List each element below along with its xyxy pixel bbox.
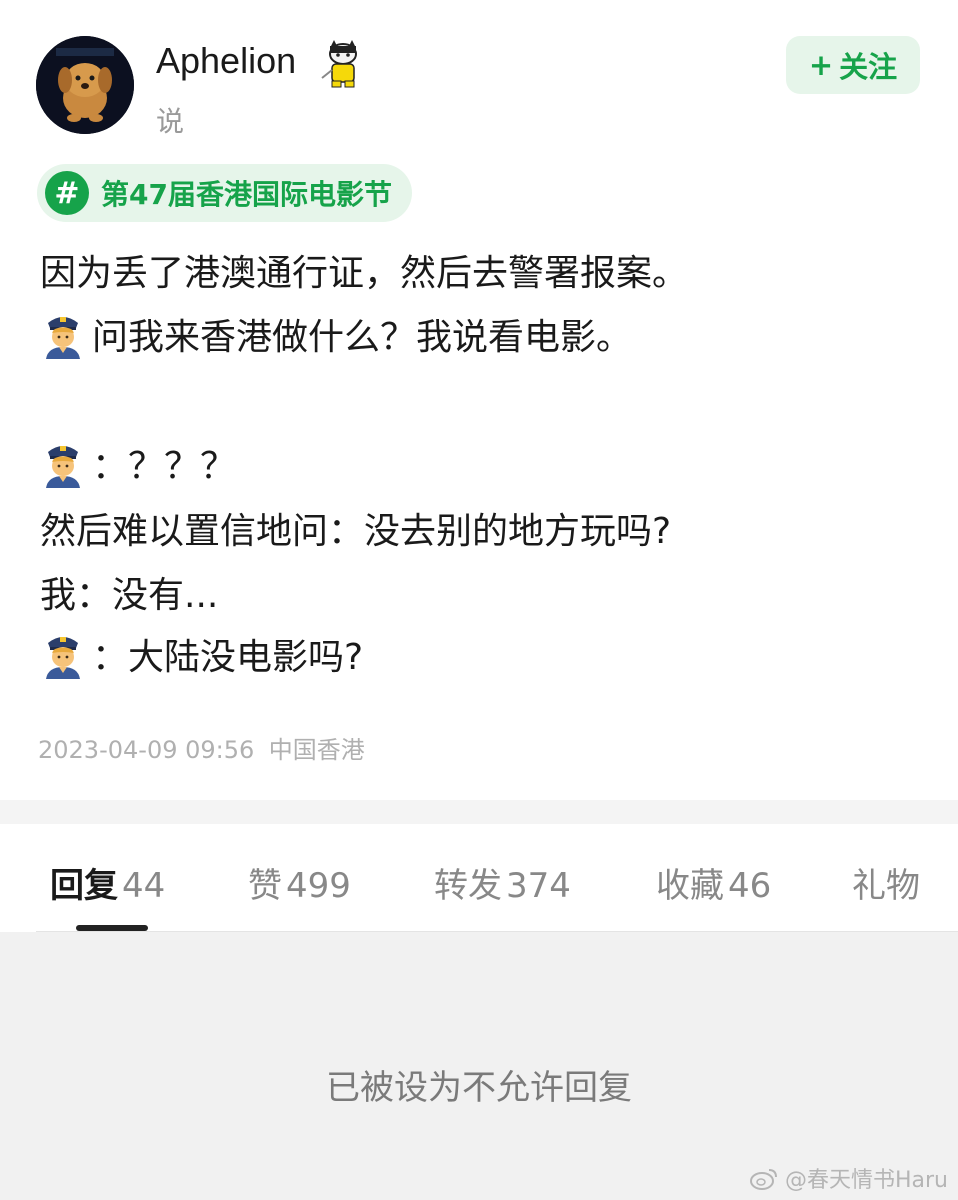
tab-label: 礼物	[852, 866, 920, 906]
tab-label: 收藏	[656, 866, 724, 906]
post-subtitle: 说	[156, 105, 185, 138]
post-location: 中国香港	[268, 736, 365, 764]
post-line-5: 我：没有...	[40, 566, 218, 618]
post-text: ：？？？	[92, 446, 237, 487]
tab-count: 44	[122, 866, 166, 906]
post-text: ：大陆没电影吗?	[92, 637, 364, 678]
police-officer-icon	[46, 637, 80, 679]
avatar[interactable]	[36, 36, 134, 134]
tab-count: 374	[506, 866, 571, 906]
tab-label: 转发	[434, 866, 502, 906]
follow-button[interactable]: + 关注	[786, 36, 920, 94]
post-line-4: 然后难以置信地问：没去别的地方玩吗?	[40, 502, 671, 554]
weibo-icon	[749, 1169, 777, 1190]
tab-label: 回复	[50, 866, 118, 906]
tab-replies[interactable]: 回复 44	[50, 858, 165, 907]
topic-tag[interactable]: # 第47届香港国际电影节	[37, 164, 412, 222]
hashtag-icon: #	[45, 171, 89, 215]
post-timestamp: 2023-04-09 09:56	[38, 736, 255, 764]
tab-favorites[interactable]: 收藏 46	[656, 858, 771, 907]
plus-icon: +	[808, 48, 834, 82]
post-line-3: ：？？？	[40, 437, 236, 489]
post-line-1: 因为丢了港澳通行证，然后去警署报案。	[40, 244, 688, 296]
tab-count: 499	[286, 866, 351, 906]
post-text: 问我来香港做什么？我说看电影。	[92, 317, 633, 358]
watermark-text: @春天情书Haru	[784, 1168, 948, 1193]
post-meta: 2023-04-09 09:56 中国香港	[38, 730, 365, 765]
post-text: 我：没有...	[40, 575, 219, 616]
tab-label: 赞	[248, 866, 282, 906]
watermark: @春天情书Haru	[749, 1162, 948, 1194]
post-line-2: 问我来香港做什么？我说看电影。	[40, 308, 632, 360]
police-officer-icon	[46, 317, 80, 359]
topic-label: 第47届香港国际电影节	[101, 178, 392, 211]
cat-badge-icon	[320, 38, 366, 88]
tab-gifts[interactable]: 礼物	[852, 858, 920, 907]
follow-label: 关注	[839, 50, 898, 84]
post-line-6: ：大陆没电影吗?	[40, 628, 363, 680]
police-officer-icon	[46, 446, 80, 488]
post-text: 然后难以置信地问：没去别的地方玩吗?	[40, 511, 672, 552]
post-text: 因为丢了港澳通行证，然后去警署报案。	[40, 253, 689, 294]
tab-likes[interactable]: 赞 499	[248, 858, 351, 907]
tab-count: 46	[728, 866, 772, 906]
replies-disabled-message: 已被设为不允许回复	[326, 1068, 632, 1108]
active-tab-indicator	[76, 925, 148, 931]
tab-reposts[interactable]: 转发 374	[434, 858, 571, 907]
dog-avatar-image	[36, 36, 134, 134]
author-name[interactable]: Aphelion	[156, 40, 296, 82]
section-divider	[0, 800, 958, 824]
